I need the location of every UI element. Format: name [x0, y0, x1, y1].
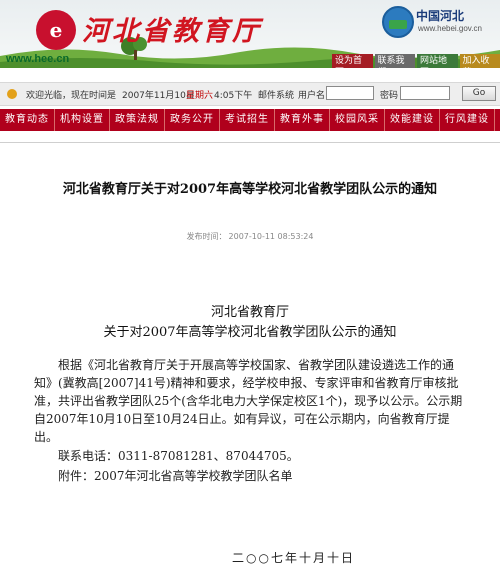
nav-item-campus[interactable]: 校园风采 [330, 109, 385, 131]
nav-item-policies[interactable]: 政策法规 [110, 109, 165, 131]
publish-time-value: 2007-10-11 08:53:24 [228, 232, 314, 241]
hebei-emblem-icon [382, 6, 414, 38]
gov-url: www.hebei.gov.cn [418, 24, 482, 33]
password-label: 密码 [380, 91, 399, 101]
doc-issuer: 河北省教育厅 [210, 305, 289, 320]
sign-date: 二○○七年十月十日 [232, 551, 355, 565]
status-bar: 欢迎光临，现在时间是 2007年11月10日 星期六 4:05下午 邮件系统 用… [0, 82, 500, 106]
nav-item-efficiency[interactable]: 效能建设 [385, 109, 440, 131]
site-url: www.hee.cn [6, 53, 70, 65]
mail-system-link[interactable]: 邮件系统 [258, 88, 294, 101]
main-nav: 教育动态 机构设置 政策法规 政务公开 考试招生 教育外事 校园风采 效能建设 … [0, 109, 500, 131]
nav-item-education-news[interactable]: 教育动态 [0, 109, 55, 131]
nav-item-organization[interactable]: 机构设置 [55, 109, 110, 131]
site-map-link[interactable]: 网站地图 [417, 54, 458, 68]
nav-item-conduct[interactable]: 行风建设 [440, 109, 495, 131]
username-input[interactable] [326, 86, 374, 100]
welcome-text: 欢迎光临，现在时间是 [26, 91, 117, 101]
site-logo-icon[interactable]: e [36, 10, 76, 50]
publish-time-line: 发布时间： 2007-10-11 08:53:24 [0, 231, 500, 242]
set-homepage-link[interactable]: 设为首页 [332, 54, 373, 68]
publish-time-label: 发布时间： [186, 232, 227, 241]
password-input[interactable] [400, 86, 450, 100]
current-weekday: 星期六 [186, 91, 214, 101]
login-go-button[interactable]: Go [462, 86, 496, 101]
doc-subject: 关于对2007年高等学校河北省教学团队公示的通知 [103, 325, 397, 340]
article-body: 根据《河北省教育厅关于开展高等学校国家、省教学团队建设遴选工作的通知》(冀教高[… [34, 358, 463, 444]
attachment-link[interactable]: 附件：2007年河北省高等学校教学团队名单 [58, 467, 293, 484]
sun-icon [7, 89, 17, 99]
hebei-gov-logo[interactable]: 中国河北 www.hebei.gov.cn [382, 4, 498, 38]
article-title: 河北省教育厅关于对2007年高等学校河北省教学团队公示的通知 [62, 182, 438, 197]
nav-item-government-affairs[interactable]: 政务公开 [165, 109, 220, 131]
site-name[interactable]: 河北省教育厅 [82, 9, 262, 48]
nav-item-foreign-affairs[interactable]: 教育外事 [275, 109, 330, 131]
add-favorite-link[interactable]: 加入收藏 [459, 54, 500, 68]
username-label: 用户名 [298, 91, 326, 101]
site-banner: e 河北省教育厅 www.hee.cn 中国河北 www.hebei.gov.c… [0, 0, 500, 68]
current-time: 4:05下午 [214, 91, 253, 101]
quick-links: 设为首页 联系我们 网站地图 加入收藏 [332, 54, 500, 68]
content-divider [0, 142, 500, 143]
gov-title: 中国河北 [416, 9, 465, 23]
contact-us-link[interactable]: 联系我们 [374, 54, 415, 68]
contact-phone: 联系电话：0311-87081281、87044705。 [58, 449, 299, 463]
nav-item-exams-admission[interactable]: 考试招生 [220, 109, 275, 131]
current-date: 2007年11月10日 [122, 91, 195, 101]
